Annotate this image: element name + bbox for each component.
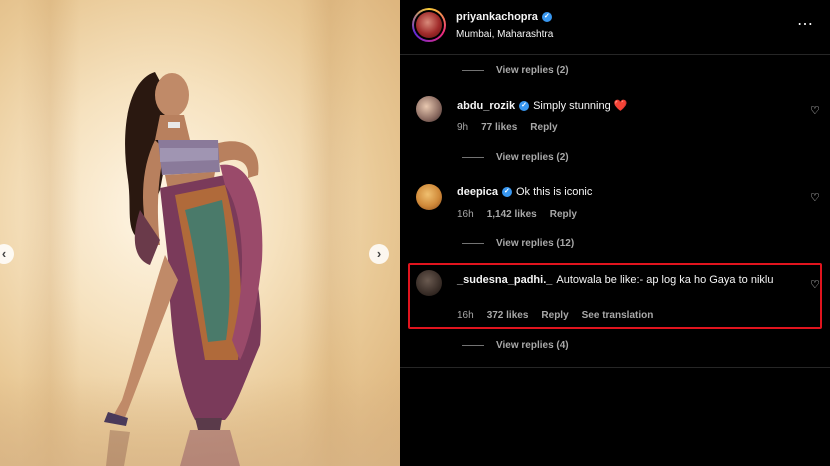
post-header: priyankachopra ✓ Mumbai, Maharashtra ⋯	[400, 0, 830, 55]
view-replies-button[interactable]: View replies (4)	[462, 340, 569, 351]
reply-line	[462, 242, 484, 244]
view-replies-label[interactable]: View replies (12)	[496, 238, 574, 249]
comment-meta: 9h 77 likes Reply	[457, 122, 571, 133]
comments-panel: priyankachopra ✓ Mumbai, Maharashtra ⋯ Vi…	[400, 0, 830, 466]
comment-text: Ok this is iconic	[515, 186, 593, 198]
post-username[interactable]: priyankachopra ✓	[456, 11, 552, 23]
view-replies-label[interactable]: View replies (2)	[496, 152, 569, 163]
comment-time[interactable]: 16h	[457, 209, 474, 220]
verified-icon: ✓	[541, 12, 552, 23]
comment-username[interactable]: abdu_rozik	[457, 100, 515, 112]
like-heart-icon[interactable]: ♡	[810, 191, 820, 204]
next-image-button[interactable]: ›	[369, 244, 389, 264]
comment-content: abdu_rozik ✓ Simply stunning ❤️	[457, 99, 627, 112]
comment-likes[interactable]: 77 likes	[481, 122, 517, 133]
view-replies-label[interactable]: View replies (4)	[496, 340, 569, 351]
more-options-icon[interactable]: ⋯	[797, 14, 814, 34]
post-username-text[interactable]: priyankachopra	[456, 11, 538, 23]
comment-time[interactable]: 9h	[457, 122, 468, 133]
avatar[interactable]	[412, 8, 446, 42]
view-replies-label[interactable]: View replies (2)	[496, 65, 569, 76]
reply-line	[462, 156, 484, 158]
comment-text: Simply stunning ❤️	[533, 100, 628, 112]
verified-icon: ✓	[519, 101, 530, 112]
view-replies-button[interactable]: View replies (12)	[462, 238, 574, 249]
comment-meta: 16h 1,142 likes Reply	[457, 209, 590, 220]
post-image: ‹ ›	[0, 0, 400, 466]
verified-icon: ✓	[501, 187, 512, 198]
comment-content: deepica ✓ Ok this is iconic	[457, 186, 592, 198]
model-figure	[104, 72, 263, 466]
post-location[interactable]: Mumbai, Maharashtra	[456, 29, 553, 40]
like-heart-icon[interactable]: ♡	[810, 104, 820, 117]
divider	[400, 367, 830, 368]
highlight-box	[408, 263, 822, 329]
reply-button[interactable]: Reply	[530, 122, 557, 133]
view-replies-button[interactable]: View replies (2)	[462, 152, 569, 163]
view-replies-button[interactable]: View replies (2)	[462, 65, 569, 76]
reply-button[interactable]: Reply	[550, 209, 577, 220]
avatar[interactable]	[416, 184, 442, 210]
reply-line	[462, 344, 484, 346]
avatar[interactable]	[416, 96, 442, 122]
comment-username[interactable]: deepica	[457, 186, 498, 198]
reply-line	[462, 69, 484, 71]
comment-likes[interactable]: 1,142 likes	[487, 209, 537, 220]
